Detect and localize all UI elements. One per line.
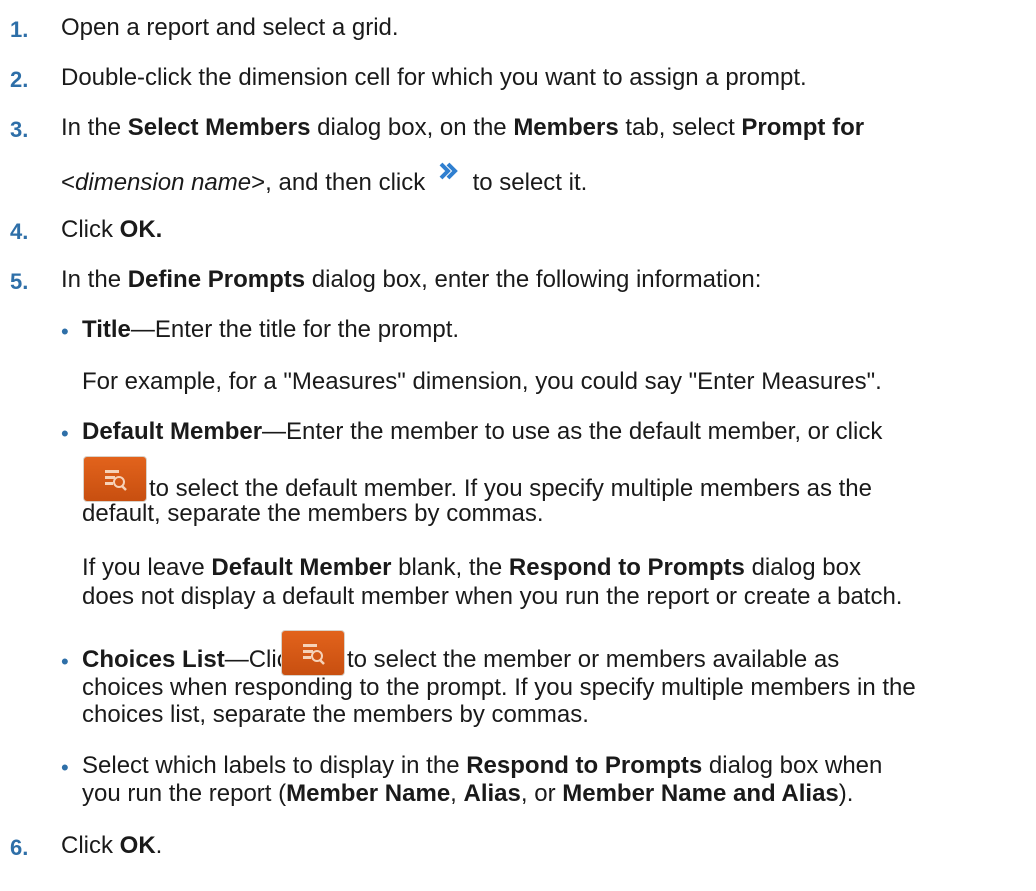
- step-number: 2.: [10, 67, 29, 92]
- step-number: 1.: [10, 17, 29, 42]
- bullet-icon: •: [61, 421, 69, 446]
- bullet-text-continued: choices list, separate the members by co…: [82, 701, 589, 728]
- bullet-icon: •: [61, 755, 69, 780]
- member-selector-icon[interactable]: [83, 456, 147, 502]
- step-text: In the Define Prompts dialog box, enter …: [61, 266, 762, 293]
- step-text: Click OK.: [61, 216, 163, 243]
- bullet-note-continued: does not display a default member when y…: [82, 583, 903, 610]
- bullet-text-continued: choices when responding to the prompt. I…: [82, 674, 916, 701]
- bullet-text: Choices List—Click: [82, 646, 301, 673]
- step-text: Double-click the dimension cell for whic…: [61, 64, 807, 91]
- step-number: 6.: [10, 835, 29, 860]
- step-text: Click OK.: [61, 832, 163, 859]
- bullet-example: For example, for a "Measures" dimension,…: [82, 368, 882, 395]
- bullet-icon: •: [61, 649, 69, 674]
- member-selector-icon[interactable]: [281, 630, 345, 676]
- bullet-text: Default Member—Enter the member to use a…: [82, 418, 883, 445]
- step-text-continued: <dimension name>, and then click to sele…: [61, 162, 587, 198]
- bullet-icon: •: [61, 319, 69, 344]
- bullet-text: Select which labels to display in the Re…: [82, 752, 883, 779]
- step-text: In the Select Members dialog box, on the…: [61, 114, 865, 141]
- bullet-text: Title—Enter the title for the prompt.: [82, 316, 460, 343]
- step-number: 5.: [10, 269, 29, 294]
- bullet-text-continued: to select the member or members availabl…: [347, 646, 840, 673]
- bullet-note: If you leave Default Member blank, the R…: [82, 554, 861, 581]
- step-number: 4.: [10, 219, 29, 244]
- step-text: Open a report and select a grid.: [61, 14, 399, 41]
- bullet-text-continued: you run the report (Member Name, Alias, …: [82, 780, 854, 807]
- double-chevron-right-icon[interactable]: [438, 160, 460, 190]
- bullet-text-continued: default, separate the members by commas.: [82, 500, 544, 527]
- step-number: 3.: [10, 117, 29, 142]
